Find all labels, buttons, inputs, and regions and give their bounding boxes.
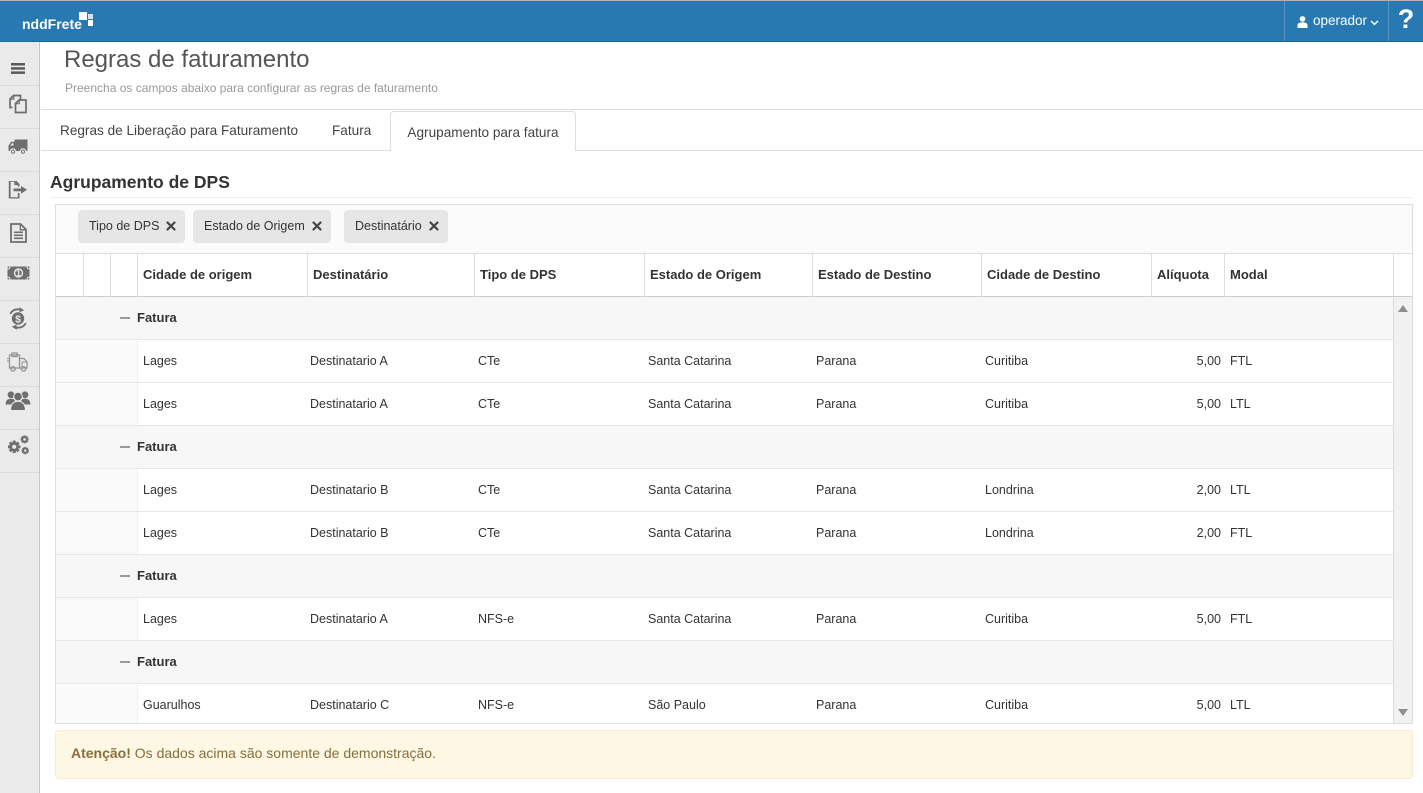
svg-text:$: $ [15,313,21,325]
svg-text:1: 1 [16,268,21,278]
